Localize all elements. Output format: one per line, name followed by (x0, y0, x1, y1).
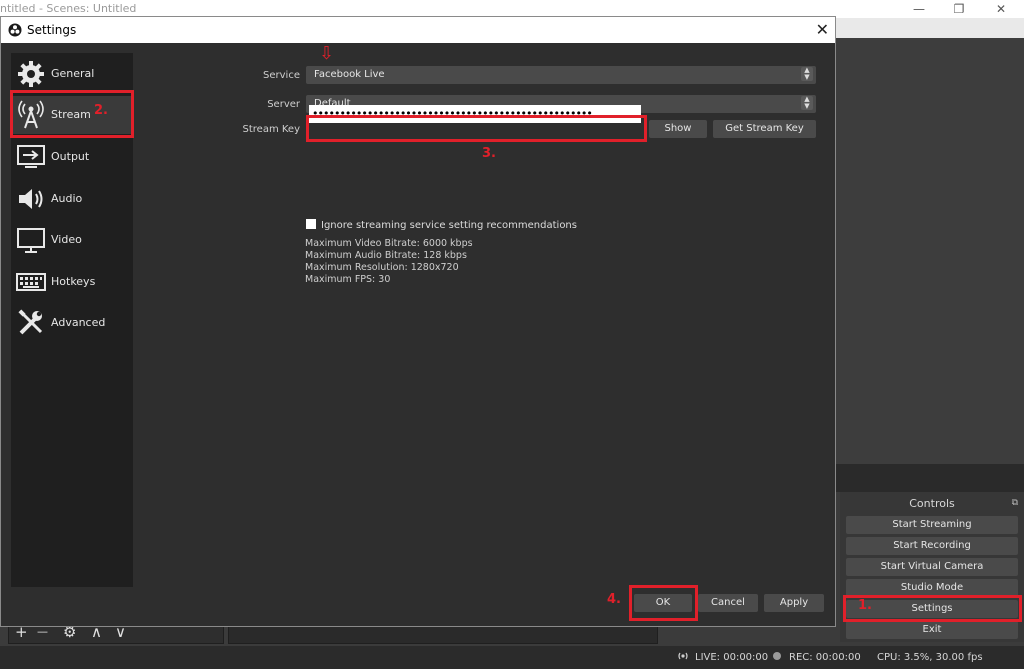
sidebar-item-label: Advanced (51, 316, 106, 329)
step-3-label: 3. (482, 146, 496, 161)
tools-icon (18, 309, 43, 335)
chevron-updown-icon: ▲ ▼ (801, 96, 813, 110)
max-fps: Maximum FPS: 30 (305, 274, 391, 285)
sidebar-item-label: General (51, 67, 95, 80)
ignore-recommendations-label: Ignore streaming service setting recomme… (321, 220, 577, 231)
get-stream-key-button[interactable]: Get Stream Key (713, 120, 816, 138)
sidebar-item-video[interactable]: Video (11, 221, 133, 259)
exit-button[interactable]: Exit (846, 621, 1018, 639)
start-virtual-camera-button[interactable]: Start Virtual Camera (846, 558, 1018, 576)
show-key-button[interactable]: Show (649, 120, 707, 138)
max-resolution: Maximum Resolution: 1280x720 (305, 262, 459, 273)
service-select[interactable]: Facebook Live ▲ ▼ (306, 66, 816, 84)
service-label: Service (263, 70, 300, 81)
sidebar-item-audio[interactable]: Audio (11, 180, 133, 218)
arrow-down-icon: ⇩ (319, 43, 335, 64)
status-bar: LIVE: 00:00:00 REC: 00:00:00 CPU: 3.5%, … (0, 646, 1024, 669)
cpu-fps-readout: CPU: 3.5%, 30.00 fps (877, 652, 983, 663)
controls-header: Controls (909, 497, 955, 510)
max-video-bitrate: Maximum Video Bitrate: 6000 kbps (305, 238, 473, 249)
sidebar-item-label: Audio (51, 192, 83, 205)
start-recording-button[interactable]: Start Recording (846, 537, 1018, 555)
ok-button-highlight (629, 585, 698, 621)
output-monitor-icon (17, 145, 45, 168)
main-close-button[interactable]: ✕ (978, 0, 1024, 18)
live-icon (676, 646, 690, 669)
sidebar-item-label: Output (51, 150, 90, 163)
stream-key-highlight (306, 115, 647, 142)
keyboard-icon (16, 273, 46, 291)
dialog-titlebar: Settings ✕ (1, 17, 835, 43)
sidebar-item-advanced[interactable]: Advanced (11, 304, 133, 342)
dock-separator (836, 464, 1024, 492)
dock-float-icon[interactable]: ⧉ (1012, 498, 1018, 508)
rec-timer: REC: 00:00:00 (789, 652, 861, 663)
chevron-updown-icon: ▲ ▼ (801, 67, 813, 81)
service-value: Facebook Live (314, 69, 385, 80)
speaker-icon (19, 189, 43, 209)
sidebar-item-label: Video (51, 233, 82, 246)
sidebar-item-label: Hotkeys (51, 275, 96, 288)
step-1-label: 1. (858, 598, 872, 613)
ignore-recommendations-row[interactable]: Ignore streaming service setting recomme… (306, 219, 577, 231)
apply-button[interactable]: Apply (764, 594, 824, 612)
sidebar-item-hotkeys[interactable]: Hotkeys (11, 263, 133, 301)
server-label: Server (267, 99, 300, 110)
dialog-close-button[interactable]: ✕ (816, 19, 829, 41)
cancel-button[interactable]: Cancel (698, 594, 758, 612)
rec-icon (772, 646, 782, 669)
ignore-recommendations-checkbox[interactable] (306, 219, 316, 229)
sidebar-item-general[interactable]: General (11, 55, 133, 93)
gear-icon (18, 61, 44, 87)
obs-logo-icon (8, 23, 22, 37)
live-timer: LIVE: 00:00:00 (695, 652, 769, 663)
sidebar-item-output[interactable]: Output (11, 138, 133, 176)
max-audio-bitrate: Maximum Audio Bitrate: 128 kbps (305, 250, 467, 261)
dialog-title: Settings (27, 23, 77, 37)
stream-item-highlight (10, 90, 134, 138)
restore-button[interactable]: ❐ (936, 0, 982, 18)
stream-key-label: Stream Key (242, 124, 301, 135)
preview-area (836, 38, 1024, 464)
start-streaming-button[interactable]: Start Streaming (846, 516, 1018, 534)
step-2-label: 2. (94, 103, 108, 118)
monitor-icon (17, 228, 45, 253)
step-4-label: 4. (607, 592, 621, 607)
